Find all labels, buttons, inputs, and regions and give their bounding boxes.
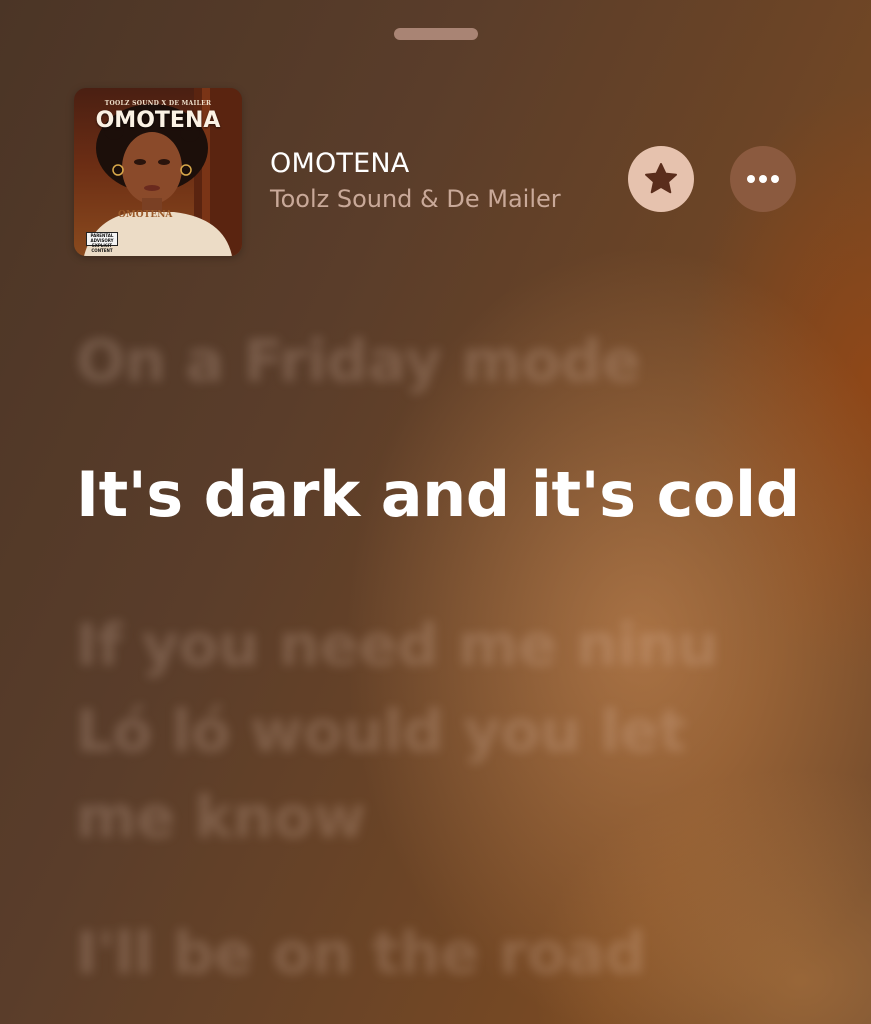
track-artist: Toolz Sound & De Mailer <box>270 185 561 213</box>
album-artwork[interactable]: TOOLZ SOUND X DE MAILER OMOTENA OMOTENA … <box>74 88 242 256</box>
lyric-line-previous[interactable]: On a Friday mode <box>76 318 641 404</box>
lyric-line-upcoming[interactable]: I'll be on the road <box>76 910 646 996</box>
parental-advisory-label: PARENTAL ADVISORY EXPLICIT CONTENT <box>86 232 118 253</box>
favorite-button[interactable] <box>628 146 694 212</box>
artwork-credit-text: TOOLZ SOUND X DE MAILER <box>104 100 212 107</box>
track-title: OMOTENA <box>270 148 410 179</box>
artwork-title-text: OMOTENA <box>95 108 221 133</box>
star-icon <box>645 163 677 194</box>
more-options-button[interactable] <box>730 146 796 212</box>
track-info[interactable]: OMOTENA Toolz Sound & De Mailer <box>270 148 561 213</box>
artwork-shirt-text: OMOTENA <box>118 210 173 220</box>
sheet-grabber-handle[interactable] <box>394 28 478 40</box>
lyric-line-current[interactable]: It's dark and it's cold <box>76 452 800 538</box>
lyric-line-next[interactable]: If you need me ninu Ló ló would you let … <box>76 602 776 860</box>
now-playing-header: TOOLZ SOUND X DE MAILER OMOTENA OMOTENA … <box>74 88 804 256</box>
ellipsis-icon <box>747 175 779 183</box>
